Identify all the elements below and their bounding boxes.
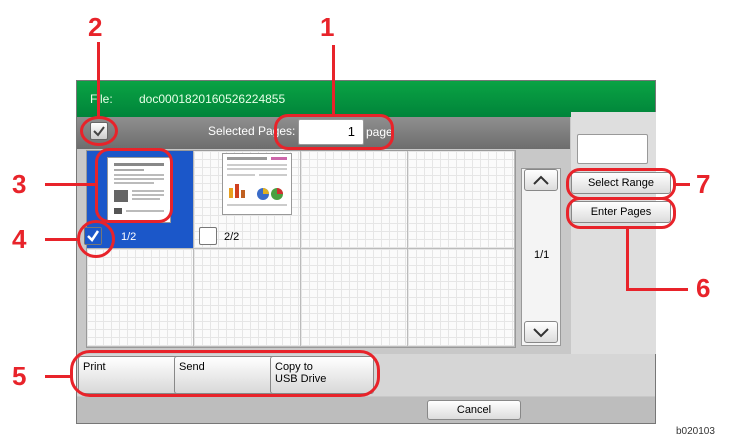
callout-number-6: 6	[696, 273, 711, 303]
callout-number-2: 2	[88, 12, 103, 42]
file-label: File:	[90, 92, 113, 106]
callout-number-3: 3	[12, 169, 27, 199]
page-label-2: 2/2	[224, 231, 240, 243]
callout-leader-4	[45, 238, 79, 241]
page-cell-empty	[408, 151, 515, 249]
footer-bar	[77, 397, 655, 423]
page-cell-empty	[194, 249, 301, 347]
callout-leader-6a	[626, 228, 629, 289]
scroll-up-button[interactable]	[524, 169, 558, 191]
callout-number-4: 4	[12, 224, 27, 254]
page-thumbnail-2[interactable]	[222, 153, 292, 215]
scroll-down-button[interactable]	[524, 321, 558, 343]
chevron-up-icon	[533, 175, 549, 185]
callout-ring-4	[77, 220, 115, 258]
callout-ring-1	[274, 114, 394, 150]
title-bar: File: doc00018201605262248​55	[77, 81, 655, 117]
callout-ring-5	[70, 350, 380, 397]
callout-ring-2	[80, 116, 118, 146]
callout-ring-3	[95, 148, 173, 223]
callout-leader-1	[332, 45, 335, 115]
page-cell-empty	[301, 151, 408, 249]
page-scroller: 1/1	[521, 168, 561, 346]
callout-leader-3	[45, 183, 97, 186]
callout-leader-5	[45, 375, 71, 378]
page-cell-empty	[408, 249, 515, 347]
page-cell-2[interactable]: 2/2	[194, 151, 301, 249]
page-indicator: 1/1	[534, 249, 550, 261]
page-cell-empty	[87, 249, 194, 347]
callout-number-7: 7	[696, 169, 711, 199]
callout-leader-7	[676, 183, 690, 186]
image-code: b020103	[676, 426, 715, 437]
callout-leader-6b	[626, 288, 688, 291]
callout-ring-7	[566, 168, 676, 200]
callout-number-1: 1	[320, 12, 335, 42]
page-checkbox-2[interactable]	[199, 227, 217, 245]
callout-number-5: 5	[12, 361, 27, 391]
chevron-down-icon	[533, 328, 549, 338]
file-name: doc00018201605262248​55	[139, 92, 286, 106]
preview-area	[577, 134, 648, 164]
cancel-button[interactable]: Cancel	[427, 400, 521, 420]
callout-leader-2	[97, 42, 100, 117]
callout-ring-6	[566, 197, 676, 229]
page-cell-empty	[301, 249, 408, 347]
page-label-1: 1/2	[121, 231, 137, 243]
